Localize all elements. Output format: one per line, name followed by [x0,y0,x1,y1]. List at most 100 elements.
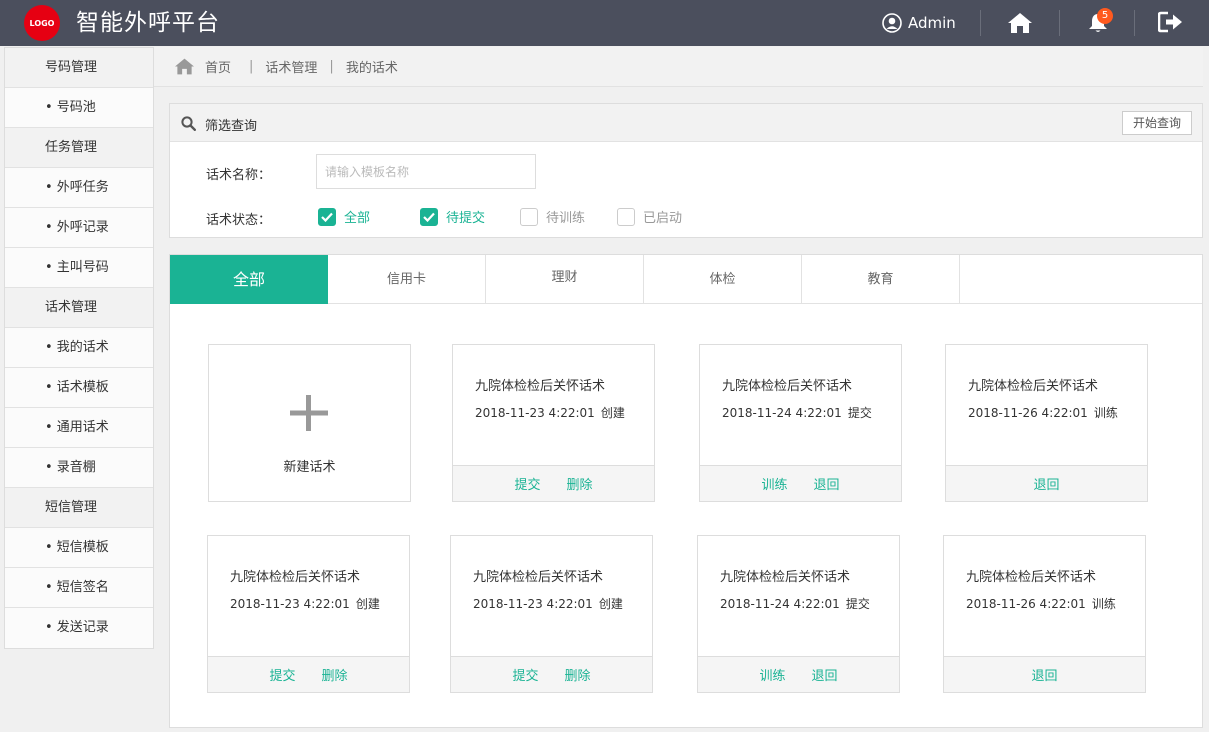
breadcrumb-separator: | [329,59,334,74]
search-icon [181,116,196,131]
sidebar-group-script[interactable]: 话术管理 [5,288,153,328]
breadcrumb: 首页 | 话术管理 | 我的话术 [154,47,1203,87]
submit-link[interactable]: 提交 [514,474,540,493]
user-name: Admin [908,14,956,32]
home-icon[interactable] [174,57,195,76]
script-status-label: 话术状态： [206,213,272,228]
return-link[interactable]: 退回 [814,474,840,493]
sidebar-item-outbound-task[interactable]: • 外呼任务 [5,168,153,208]
script-meta: 2018-11-23 4:22:01 创建 [230,595,380,612]
header-divider [980,10,981,36]
status-option-label: 已启动 [643,211,683,226]
script-title: 九院体检检后关怀话术 [475,379,606,394]
delete-link[interactable]: 删除 [565,665,591,684]
status-checkbox-pending-submit[interactable]: 待提交 [420,207,485,226]
breadcrumb-script-management[interactable]: 话术管理 [265,57,317,76]
sidebar-item-sms-signature[interactable]: • 短信签名 [5,568,153,608]
delete-link[interactable]: 删除 [567,474,593,493]
script-datetime: 2018-11-26 4:22:01 [966,597,1086,611]
sidebar-item-common-script[interactable]: • 通用话术 [5,408,153,448]
logo[interactable]: LOGO [24,5,60,41]
script-meta: 2018-11-23 4:22:01 创建 [475,404,625,421]
card-actions: 退回 [946,465,1147,501]
return-link[interactable]: 退回 [1033,474,1059,493]
train-link[interactable]: 训练 [759,665,785,684]
status-option-label: 待提交 [446,211,486,226]
sidebar-item-sms-template[interactable]: • 短信模板 [5,528,153,568]
script-meta: 2018-11-24 4:22:01 提交 [720,595,870,612]
script-meta: 2018-11-23 4:22:01 创建 [473,595,623,612]
user-menu[interactable]: Admin [882,12,956,34]
submit-link[interactable]: 提交 [269,665,295,684]
train-link[interactable]: 训练 [761,474,787,493]
script-title: 九院体检检后关怀话术 [966,570,1097,585]
top-header: LOGO 智能外呼平台 Admin 5 [0,0,1209,46]
sidebar-group-number[interactable]: 号码管理 [5,48,153,88]
script-datetime: 2018-11-23 4:22:01 [475,406,595,420]
notification-badge: 5 [1097,8,1113,24]
status-option-label: 待训练 [546,211,586,226]
new-script-card[interactable]: 新建话术 [208,344,411,502]
script-meta: 2018-11-26 4:22:01 训练 [966,595,1116,612]
script-datetime: 2018-11-23 4:22:01 [473,597,593,611]
sidebar-item-my-script[interactable]: • 我的话术 [5,328,153,368]
script-card: 九院体检检后关怀话术 2018-11-23 4:22:01 创建 提交 删除 [207,535,410,693]
header-divider [1134,10,1135,36]
sidebar-item-script-template[interactable]: • 话术模板 [5,368,153,408]
checkbox-checked-icon [318,207,336,226]
card-actions: 提交 删除 [208,656,409,692]
script-card: 九院体检检后关怀话术 2018-11-23 4:22:01 创建 提交 删除 [450,535,653,693]
script-title: 九院体检检后关怀话术 [473,570,604,585]
script-card: 九院体检检后关怀话术 2018-11-24 4:22:01 提交 训练 退回 [697,535,900,693]
card-actions: 训练 退回 [698,656,899,692]
tab-education[interactable]: 教育 [802,255,960,304]
card-actions: 退回 [944,656,1145,692]
breadcrumb-my-script: 我的话术 [345,61,398,76]
script-status: 提交 [845,597,870,611]
return-link[interactable]: 退回 [812,665,838,684]
start-query-button[interactable]: 开始查询 [1122,111,1192,135]
tab-finance[interactable]: 理财 [486,255,644,304]
card-actions: 训练 退回 [700,465,901,501]
category-tabs: 全部 信用卡 理财 体检 教育 [170,255,1202,304]
script-title: 九院体检检后关怀话术 [968,379,1099,394]
status-option-label: 全部 [344,211,371,226]
sidebar-item-send-record[interactable]: • 发送记录 [5,608,153,648]
script-datetime: 2018-11-26 4:22:01 [968,406,1088,420]
tab-all[interactable]: 全部 [170,255,328,304]
script-datetime: 2018-11-24 4:22:01 [722,406,842,420]
sidebar-item-caller-number[interactable]: • 主叫号码 [5,248,153,288]
script-status: 创建 [600,406,625,420]
status-checkbox-all[interactable]: 全部 [318,207,370,226]
app-title: 智能外呼平台 [76,10,220,36]
script-meta: 2018-11-26 4:22:01 训练 [968,404,1118,421]
tab-credit-card[interactable]: 信用卡 [328,255,486,304]
script-name-label: 话术名称： [206,168,272,183]
checkbox-checked-icon [420,207,438,226]
sidebar-item-number-pool[interactable]: • 号码池 [5,88,153,128]
sidebar-group-sms[interactable]: 短信管理 [5,488,153,528]
script-name-input[interactable] [316,154,536,189]
filter-title: 筛选查询 [205,119,258,134]
checkbox-unchecked-icon [617,207,635,226]
breadcrumb-separator: | [249,59,254,74]
delete-link[interactable]: 删除 [322,665,348,684]
status-checkbox-pending-train[interactable]: 待训练 [520,207,585,226]
script-status: 创建 [355,597,380,611]
return-link[interactable]: 退回 [1031,665,1057,684]
breadcrumb-home[interactable]: 首页 [205,57,231,76]
submit-link[interactable]: 提交 [512,665,538,684]
script-meta: 2018-11-24 4:22:01 提交 [722,404,872,421]
sidebar-item-studio[interactable]: • 录音棚 [5,448,153,488]
card-actions: 提交 删除 [451,656,652,692]
sidebar-item-outbound-record[interactable]: • 外呼记录 [5,208,153,248]
script-status: 创建 [598,597,623,611]
status-checkbox-started[interactable]: 已启动 [617,207,682,226]
checkbox-unchecked-icon [520,207,538,226]
card-actions: 提交 删除 [453,465,654,501]
tab-health-check[interactable]: 体检 [644,255,802,304]
sidebar-group-task[interactable]: 任务管理 [5,128,153,168]
new-script-label: 新建话术 [283,460,336,475]
logout-icon[interactable] [1158,11,1184,33]
home-icon[interactable] [1007,11,1033,35]
